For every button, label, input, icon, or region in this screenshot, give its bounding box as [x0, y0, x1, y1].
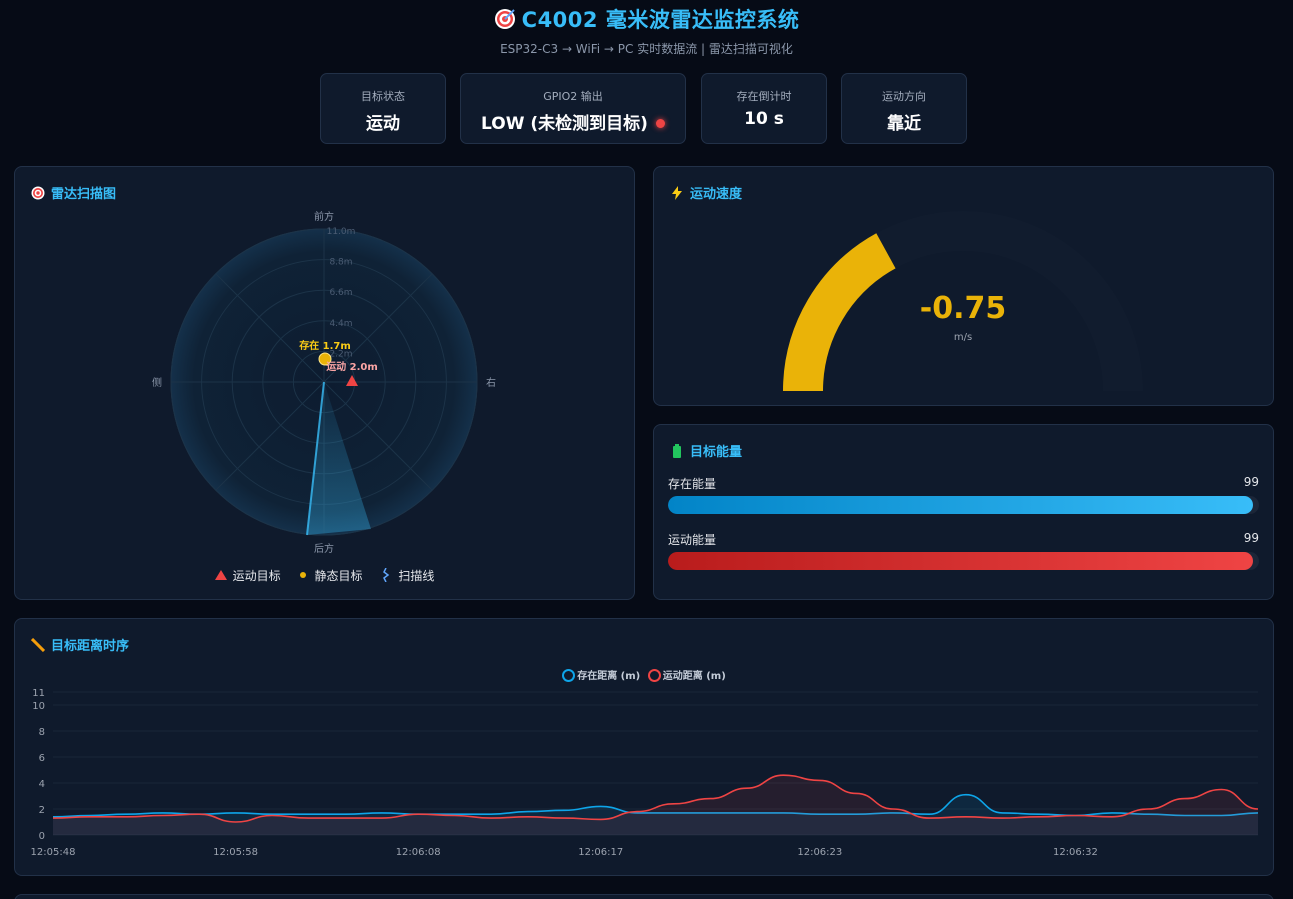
y-tick-label: 6 — [39, 753, 45, 764]
speed-value: -0.75 — [920, 291, 1006, 326]
series-area — [53, 775, 1258, 835]
x-tick-label: 12:06:23 — [797, 847, 842, 858]
legend-scan: 扫描线 — [382, 568, 434, 583]
radar-ring-label: 4.4m — [329, 319, 352, 329]
x-tick-label: 12:06:32 — [1053, 847, 1098, 858]
direction-left-label: 侧 — [152, 376, 162, 389]
motion-energy-bar — [668, 552, 1259, 570]
stat-value: 10 s — [744, 109, 784, 129]
presence-energy-label: 存在能量 — [668, 477, 717, 491]
status-indicator-dot — [655, 119, 665, 128]
radar-ring-label: 11.0m — [327, 227, 356, 237]
y-tick-label: 4 — [39, 779, 45, 790]
stat-label: GPIO2 输出 — [543, 90, 603, 103]
speed-gauge: -0.75 m/s — [783, 211, 1143, 392]
stat-card-target-status: 目标状态 运动 — [320, 73, 446, 144]
y-tick-label: 10 — [32, 701, 45, 712]
stat-label: 运动方向 — [882, 90, 926, 103]
stat-card-gpio2: GPIO2 输出 LOW (未检测到目标) — [460, 73, 686, 144]
x-tick-label: 12:06:17 — [578, 847, 623, 858]
radar-scope: 11.0m8.8m6.6m4.4m2.2m 前方 后方 侧 右 存在 1.7m … — [152, 210, 496, 555]
motion-target-label: 运动 2.0m — [326, 360, 378, 373]
energy-panel: 目标能量 存在能量 99 运动能量 99 — [653, 424, 1274, 600]
radar-ring-label: 8.8m — [329, 258, 352, 268]
stat-card-direction: 运动方向 靠近 — [841, 73, 967, 144]
y-tick-label: 0 — [39, 831, 45, 842]
target-icon — [494, 9, 515, 29]
speed-panel: 运动速度 -0.75 m/s — [653, 166, 1274, 406]
distance-timeseries-panel: 目标距离时序 存在距离 (m) 运动距离 (m) 0 2 4 6 8 10 11 12:05:… — [14, 618, 1274, 876]
motion-energy-label: 运动能量 — [668, 533, 717, 547]
presence-energy-bar — [668, 496, 1259, 514]
direction-right-label: 右 — [486, 376, 496, 389]
scan-line-icon — [383, 568, 390, 582]
y-tick-label: 8 — [39, 727, 45, 738]
stat-card-countdown: 存在倒计时 10 s — [701, 73, 827, 144]
y-tick-label: 2 — [39, 805, 45, 816]
y-tick-label: 11 — [32, 688, 45, 699]
stat-value: LOW (未检测到目标) — [461, 109, 685, 134]
motion-energy-value: 99 — [1243, 531, 1259, 545]
motion-energy-fill — [668, 552, 1254, 570]
page-subtitle: ESP32-C3 → WiFi → PC 实时数据流 | 雷达扫描可视化 — [500, 42, 793, 56]
direction-front-label: 前方 — [314, 210, 334, 223]
stat-label: 存在倒计时 — [736, 90, 792, 103]
panel-title: 目标能量 — [670, 441, 742, 460]
stat-label: 目标状态 — [361, 90, 405, 103]
presence-energy-fill — [668, 496, 1254, 514]
speed-unit: m/s — [954, 332, 972, 343]
direction-back-label: 后方 — [314, 542, 334, 555]
legend-motion: 运动目标 — [214, 569, 281, 583]
page-title: C4002 毫米波雷达监控系统 — [0, 4, 1293, 34]
radar-panel: 雷达扫描图 11.0m8.8m6.6m4.4m2.2m 前方 后方 侧 — [14, 166, 635, 600]
gauge-fill — [783, 233, 896, 392]
triangle-icon — [214, 570, 227, 580]
distance-line-chart: 0 2 4 6 8 10 11 12:05:48 12:05:58 12:06:08 12:06:1… — [31, 688, 1259, 858]
stat-value: 靠近 — [887, 114, 921, 134]
presence-energy-value: 99 — [1243, 475, 1259, 489]
legend-static: 静态目标 — [300, 569, 363, 583]
x-tick-label: 12:06:08 — [396, 847, 441, 858]
stat-value: 运动 — [366, 114, 400, 134]
x-tick-label: 12:05:58 — [213, 847, 258, 858]
x-tick-label: 12:05:48 — [31, 847, 76, 858]
dot-icon — [300, 572, 307, 578]
static-target-label: 存在 1.7m — [299, 339, 351, 352]
radar-ring-label: 6.6m — [329, 288, 352, 298]
next-panel — [14, 894, 1274, 899]
battery-icon — [673, 444, 681, 458]
radar-legend: 运动目标 静态目标 扫描线 — [15, 567, 634, 584]
